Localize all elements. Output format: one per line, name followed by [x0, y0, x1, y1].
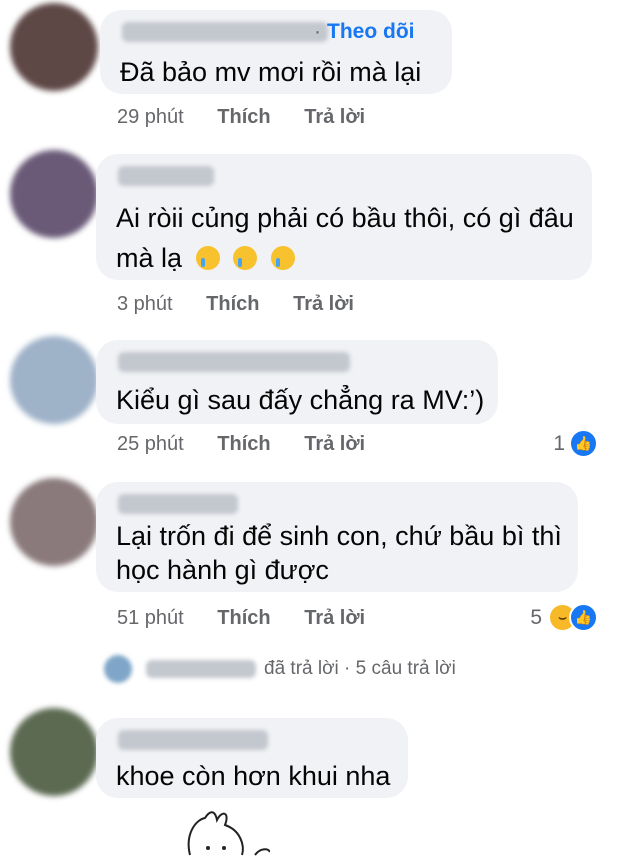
view-replies-link[interactable]: đã trả lời · 5 câu trả lời	[104, 654, 456, 684]
comment-bubble: Ai ròii củng phải có bầu thôi, có gì đâu…	[96, 154, 592, 280]
commenter-avatar[interactable]	[10, 150, 98, 238]
reaction-summary[interactable]: 5 ⌣ 👍	[530, 603, 598, 632]
crying-face-icon	[195, 246, 220, 270]
comment-bubble: khoe còn hơn khui nha	[96, 718, 408, 798]
reaction-count: 5	[530, 605, 542, 629]
crying-face-icon	[270, 246, 295, 270]
commenter-name-blurred[interactable]	[118, 166, 214, 186]
comment-text: Đã bảo mv mơi rồi mà lại	[120, 57, 422, 87]
reaction-summary[interactable]: 1 👍	[553, 429, 598, 458]
commenter-avatar[interactable]	[10, 478, 98, 566]
comment-time[interactable]: 3 phút	[117, 293, 173, 316]
replier-avatar	[104, 655, 132, 683]
reply-button[interactable]: Trả lời	[304, 106, 365, 129]
comment-actions: 3 phút Thích Trả lời	[117, 293, 354, 316]
like-button[interactable]: Thích	[206, 293, 259, 316]
comment-actions: 29 phút Thích Trả lời	[117, 106, 365, 129]
reply-button[interactable]: Trả lời	[304, 433, 365, 456]
comment-text: Kiểu gì sau đấy chẳng ra MV:’)	[116, 385, 485, 415]
comment-time[interactable]: 25 phút	[117, 433, 184, 456]
like-reaction-icon: 👍	[569, 603, 598, 632]
comment-actions: 51 phút Thích Trả lời	[117, 607, 365, 630]
comment-text-line-2: mà lạ	[116, 240, 295, 276]
comment-time[interactable]: 51 phút	[117, 607, 184, 630]
commenter-avatar[interactable]	[10, 3, 98, 91]
comment-time[interactable]: 29 phút	[117, 106, 184, 129]
commenter-name-blurred[interactable]	[122, 22, 328, 42]
commenter-avatar[interactable]	[10, 708, 98, 796]
reply-count-label: 5 câu trả lời	[355, 658, 456, 679]
reply-button[interactable]: Trả lời	[293, 293, 354, 316]
follow-label[interactable]: Theo dõi	[327, 20, 415, 43]
comment-actions: 25 phút Thích Trả lời	[117, 433, 365, 456]
follow-link[interactable]: · Theo dõi	[314, 20, 415, 44]
commenter-name-blurred[interactable]	[118, 352, 350, 372]
reaction-count: 1	[553, 431, 565, 455]
like-button[interactable]: Thích	[217, 607, 270, 630]
comment-bubble: Kiểu gì sau đấy chẳng ra MV:’)	[96, 340, 498, 424]
crying-face-icon	[233, 246, 258, 270]
like-button[interactable]: Thích	[217, 106, 270, 129]
comment-text: Lại trốn đi để sinh con, chứ bầu bì thì	[116, 521, 562, 551]
comment-text: khoe còn hơn khui nha	[116, 761, 391, 791]
reply-button[interactable]: Trả lời	[304, 607, 365, 630]
comment-text-line-2: học hành gì được	[116, 555, 329, 585]
comment-text: Ai ròii củng phải có bầu thôi, có gì đâu	[116, 203, 574, 233]
like-button[interactable]: Thích	[217, 433, 270, 456]
comment-bubble: Lại trốn đi để sinh con, chứ bầu bì thì …	[96, 482, 578, 592]
like-reaction-icon: 👍	[569, 429, 598, 458]
commenter-name-blurred[interactable]	[118, 730, 268, 750]
comment-bubble: · Theo dõi Đã bảo mv mơi rồi mà lại	[100, 10, 452, 94]
commenter-avatar[interactable]	[10, 336, 98, 424]
replier-name-blurred	[146, 660, 256, 678]
commenter-name-blurred[interactable]	[118, 494, 238, 514]
replied-label: đã trả lời	[264, 658, 339, 679]
